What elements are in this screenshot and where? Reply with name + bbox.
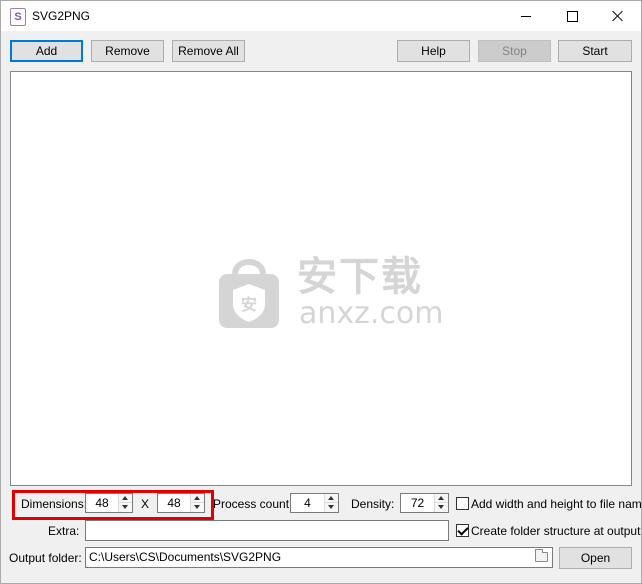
shield-label: 安 bbox=[241, 295, 257, 314]
window-title: SVG2PNG bbox=[32, 9, 91, 23]
output-folder-input[interactable]: C:\Users\CS\Documents\SVG2PNG bbox=[85, 547, 553, 568]
app-window: S SVG2PNG Add Remove Remove All Help Sto… bbox=[0, 0, 642, 584]
process-count-value: 4 bbox=[304, 496, 311, 510]
density-label: Density: bbox=[351, 497, 395, 511]
app-logo-icon: S bbox=[10, 8, 26, 26]
density-spin-arrows bbox=[434, 494, 448, 512]
process-count-label: Process count: bbox=[213, 497, 293, 511]
add-button[interactable]: Add bbox=[10, 40, 83, 62]
minimize-icon bbox=[521, 15, 531, 17]
extra-label: Extra: bbox=[48, 524, 80, 538]
density-up-arrow-icon[interactable] bbox=[435, 494, 448, 503]
highlight-annotation bbox=[12, 490, 214, 520]
process-count-up-arrow-icon[interactable] bbox=[325, 494, 338, 503]
output-folder-label: Output folder: bbox=[9, 551, 82, 565]
process-count-spinbox[interactable]: 4 bbox=[290, 493, 339, 513]
remove-all-button[interactable]: Remove All bbox=[172, 40, 245, 62]
shield-icon: 安 bbox=[219, 259, 279, 328]
process-count-spin-arrows bbox=[324, 494, 338, 512]
output-folder-path: C:\Users\CS\Documents\SVG2PNG bbox=[89, 550, 282, 564]
folder-icon[interactable] bbox=[535, 549, 548, 562]
watermark-en-text: anxz.com bbox=[299, 296, 444, 331]
add-width-height-label[interactable]: Add width and height to file name bbox=[471, 497, 642, 511]
close-button[interactable] bbox=[595, 1, 641, 31]
add-width-height-checkbox[interactable] bbox=[456, 497, 469, 510]
start-button[interactable]: Start bbox=[558, 40, 632, 62]
density-spinbox[interactable]: 72 bbox=[400, 493, 449, 513]
close-icon bbox=[612, 10, 624, 22]
checkmark-icon bbox=[457, 524, 469, 536]
extra-input[interactable] bbox=[85, 520, 449, 541]
open-button[interactable]: Open bbox=[559, 547, 632, 569]
maximize-icon bbox=[566, 10, 578, 22]
stop-button[interactable]: Stop bbox=[478, 40, 551, 62]
density-down-arrow-icon[interactable] bbox=[435, 503, 448, 512]
help-button[interactable]: Help bbox=[397, 40, 470, 62]
watermark-cn-text: 安下载 bbox=[297, 254, 423, 300]
watermark: 安 安下载 anxz.com bbox=[215, 252, 455, 332]
maximize-button[interactable] bbox=[549, 1, 595, 31]
title-bar: S SVG2PNG bbox=[1, 1, 641, 31]
remove-button[interactable]: Remove bbox=[91, 40, 164, 62]
density-value: 72 bbox=[410, 496, 425, 510]
process-count-down-arrow-icon[interactable] bbox=[325, 503, 338, 512]
minimize-button[interactable] bbox=[503, 1, 549, 31]
file-list[interactable]: 安 安下载 anxz.com bbox=[10, 71, 632, 486]
create-folder-structure-label[interactable]: Create folder structure at output bbox=[471, 524, 640, 538]
create-folder-structure-checkbox[interactable] bbox=[456, 524, 469, 537]
